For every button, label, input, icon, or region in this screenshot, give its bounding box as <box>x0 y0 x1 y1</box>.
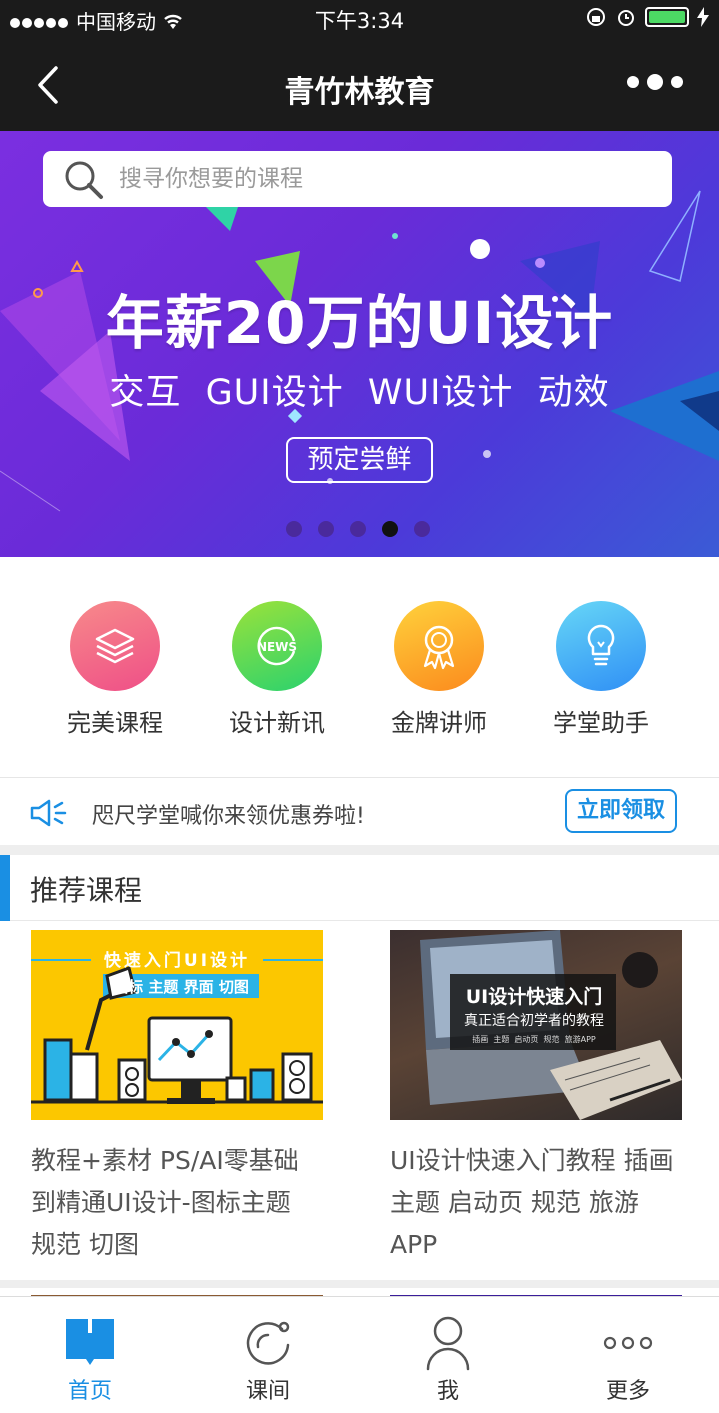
category-label: 设计新讯 <box>229 709 325 737</box>
banner-headline: 年薪20万的UI设计 <box>105 289 614 357</box>
notice-text: 咫尺学堂喊你来领优惠券啦! <box>92 804 365 829</box>
more-dots-icon <box>603 1336 653 1350</box>
alarm-icon <box>618 10 634 26</box>
speaker-icon <box>30 799 67 827</box>
tab-me[interactable]: 我 <box>358 1297 538 1413</box>
category-gold-teachers[interactable]: 金牌讲师 <box>358 601 520 738</box>
banner-cta-button[interactable]: 预定尝鲜 <box>286 437 433 483</box>
recommended-section-header: 推荐课程 <box>0 855 719 921</box>
section-accent-bar <box>0 855 10 921</box>
search-input[interactable] <box>119 159 639 199</box>
layers-icon <box>95 628 135 664</box>
course-thumbnail[interactable]: 快速入门UI设计 图标 主题 界面 切图 <box>31 930 323 1120</box>
tab-label: 我 <box>436 1379 459 1404</box>
refresh-icon <box>246 1321 290 1365</box>
search-bar[interactable] <box>43 151 672 207</box>
medal-icon <box>423 625 455 670</box>
thumb-tags: 图标 主题 界面 切图 <box>113 978 249 996</box>
section-title: 推荐课程 <box>30 874 143 907</box>
tab-break[interactable]: 课间 <box>178 1297 358 1413</box>
bottom-tab-bar: 首页 课间 我 更多 <box>0 1296 719 1413</box>
thumb-tags: 插画 主题 启动页 规范 旅游APP <box>472 1035 596 1044</box>
category-perfect-courses[interactable]: 完美课程 <box>34 601 196 738</box>
top-bar: 中国移动 下午3:34 青竹林教育 <box>0 0 719 131</box>
charging-icon <box>697 7 709 27</box>
news-icon: NEWS <box>257 626 297 666</box>
thumb-title: UI设计快速入门 <box>465 986 603 1008</box>
banner-subline: 交互 GUI设计 WUI设计 动效 <box>109 373 610 413</box>
pager-dot[interactable] <box>286 521 302 537</box>
pager-dot[interactable] <box>318 521 334 537</box>
status-bar: 中国移动 下午3:34 <box>0 0 719 36</box>
course-thumbnail[interactable]: UI设计快速入门 真正适合初学者的教程 插画 主题 启动页 规范 旅游APP <box>390 930 682 1120</box>
pager-dot[interactable] <box>350 521 366 537</box>
pager-dot[interactable] <box>414 521 430 537</box>
tab-label: 课间 <box>245 1379 290 1404</box>
more-menu-icon[interactable] <box>627 74 683 90</box>
coupon-notice: 咫尺学堂喊你来领优惠券啦! 立即领取 <box>0 777 719 845</box>
category-grid: 完美课程 NEWS 设计新讯 金牌讲师 学堂助手 <box>0 557 719 777</box>
tab-label: 首页 <box>67 1379 112 1404</box>
thumb-subtitle: 真正适合初学者的教程 <box>464 1013 604 1029</box>
claim-coupon-button[interactable]: 立即领取 <box>565 789 677 833</box>
promo-banner[interactable]: 年薪20万的UI设计 交互 GUI设计 WUI设计 动效 预定尝鲜 <box>0 131 719 557</box>
category-design-news[interactable]: NEWS 设计新讯 <box>196 601 358 738</box>
rotation-lock-icon <box>587 8 605 26</box>
lightbulb-icon <box>587 624 615 666</box>
course-card[interactable]: UI设计快速入门 真正适合初学者的教程 插画 主题 启动页 规范 旅游APP U… <box>390 930 682 1266</box>
course-card[interactable]: 快速入门UI设计 图标 主题 界面 切图 教程+素材 PS/AI零基础到精通UI… <box>31 930 323 1266</box>
course-title[interactable]: UI设计快速入门教程 插画 主题 启动页 规范 旅游APP <box>390 1140 682 1266</box>
home-book-icon <box>66 1319 114 1365</box>
user-icon <box>426 1316 470 1371</box>
tab-home[interactable]: 首页 <box>0 1297 180 1413</box>
category-assistant[interactable]: 学堂助手 <box>520 601 682 738</box>
battery-icon <box>645 7 689 27</box>
page-title: 青竹林教育 <box>284 75 435 110</box>
nav-bar: 青竹林教育 <box>0 36 719 131</box>
divider <box>0 1280 719 1288</box>
search-icon <box>65 161 103 199</box>
course-title[interactable]: 教程+素材 PS/AI零基础到精通UI设计-图标主题 规范 切图 <box>31 1140 323 1266</box>
tab-more[interactable]: 更多 <box>538 1297 718 1413</box>
tab-label: 更多 <box>605 1379 650 1404</box>
divider <box>0 845 719 855</box>
banner-pager[interactable] <box>286 521 430 537</box>
category-label: 完美课程 <box>67 709 163 737</box>
category-label: 学堂助手 <box>553 709 649 737</box>
svg-text:NEWS: NEWS <box>257 640 297 654</box>
thumb-title: 快速入门UI设计 <box>103 951 251 971</box>
pager-dot-active[interactable] <box>382 521 398 537</box>
category-label: 金牌讲师 <box>391 709 487 737</box>
